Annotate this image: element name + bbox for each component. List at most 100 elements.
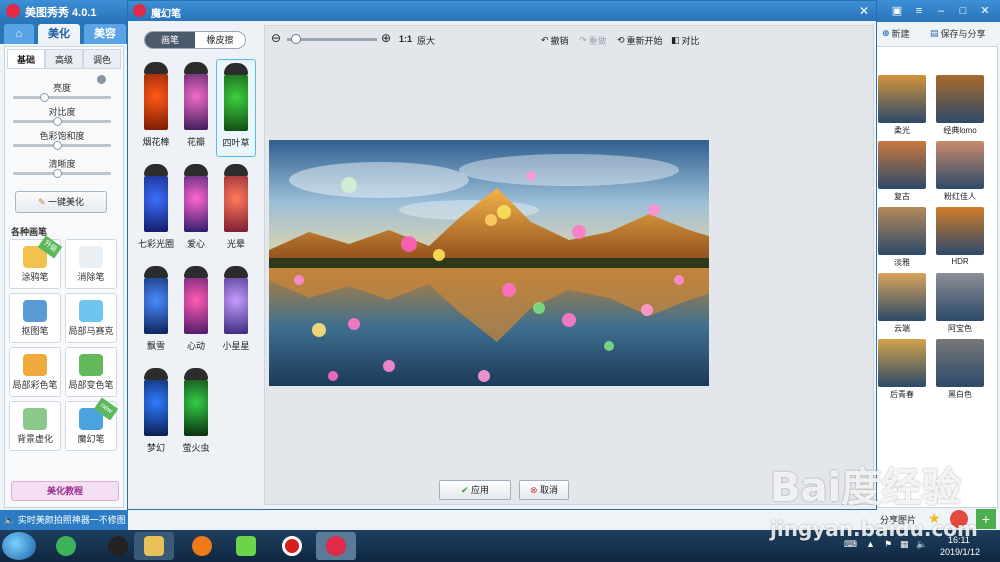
pen-label: 萤火虫 bbox=[182, 443, 210, 453]
tab-basic[interactable]: 基础 bbox=[7, 49, 45, 69]
clock-date[interactable]: 2019/1/12 bbox=[940, 547, 980, 557]
magic-pen-item[interactable]: 四叶草 bbox=[216, 59, 256, 157]
slider-track[interactable] bbox=[13, 93, 111, 102]
slider-knob[interactable] bbox=[53, 141, 63, 150]
effect-item[interactable]: 淡雅 bbox=[875, 207, 929, 273]
magic-pen-item[interactable]: 七彩光圈 bbox=[136, 161, 176, 259]
pen-label: 花瓣 bbox=[186, 137, 205, 147]
dialog-title: 魔幻笔 bbox=[151, 9, 181, 20]
effect-item[interactable]: 阿宝色 bbox=[933, 273, 987, 339]
add-icon[interactable]: + bbox=[976, 509, 996, 529]
taskbar-app-firefox[interactable] bbox=[182, 532, 222, 560]
taskbar-app-360-browser[interactable] bbox=[46, 532, 86, 560]
close-icon[interactable]: ✕ bbox=[856, 3, 872, 19]
effect-item[interactable]: 黑白色 bbox=[933, 339, 987, 405]
new-button[interactable]: ⊕ 新建 bbox=[882, 27, 910, 40]
mode-brush[interactable]: 画笔 bbox=[145, 32, 195, 48]
magic-pen-item[interactable]: 梦幻 bbox=[136, 365, 176, 463]
home-icon[interactable]: ⌂ bbox=[4, 24, 34, 44]
clock-time[interactable]: 16:11 bbox=[948, 535, 970, 545]
effect-item[interactable]: 经典lomo bbox=[933, 75, 987, 141]
save-share-button[interactable]: ▤ 保存与分享 bbox=[930, 27, 986, 40]
network-icon[interactable]: ▦ bbox=[900, 539, 909, 550]
effect-item[interactable]: 后青春 bbox=[875, 339, 929, 405]
brush-item[interactable]: 抠图笔 bbox=[9, 293, 61, 343]
slider-saturation[interactable]: 色彩饱和度 bbox=[13, 129, 111, 150]
zoom-in-icon[interactable]: ⊕ bbox=[381, 31, 391, 45]
tab-advanced[interactable]: 高级 bbox=[45, 49, 83, 69]
save-label: 保存与分享 bbox=[940, 29, 986, 39]
brush-item[interactable]: 局部彩色笔 bbox=[9, 347, 61, 397]
effect-thumbnail bbox=[878, 273, 926, 321]
effect-thumbnail bbox=[936, 207, 984, 255]
zoom-out-icon[interactable]: ⊖ bbox=[271, 31, 281, 45]
brush-item[interactable]: 背景虚化 bbox=[9, 401, 61, 451]
effect-item[interactable]: 云端 bbox=[875, 273, 929, 339]
brush-item[interactable]: 消除笔 bbox=[65, 239, 117, 289]
restart-button[interactable]: ⟲ 重新开始 bbox=[617, 34, 663, 47]
beautify-tutorial-button[interactable]: 美化教程 bbox=[11, 481, 119, 501]
brush-item[interactable]: 涂鸦笔 升级 bbox=[9, 235, 63, 289]
zoom-slider-knob[interactable] bbox=[291, 34, 301, 44]
slider-track[interactable] bbox=[13, 169, 111, 178]
taskbar-app-video[interactable] bbox=[226, 532, 266, 560]
maximize-icon[interactable]: □ bbox=[954, 3, 972, 19]
landscape-photo bbox=[269, 140, 709, 386]
original-size-button[interactable]: 原大 bbox=[417, 34, 435, 47]
ratio-1-1-button[interactable]: 1:1 bbox=[399, 34, 412, 44]
slider-track[interactable] bbox=[13, 117, 111, 126]
volume-icon[interactable]: 🔈 bbox=[916, 539, 927, 550]
brush-item[interactable]: 局部马赛克 bbox=[65, 293, 117, 343]
apply-button[interactable]: ✔ 应用 bbox=[439, 480, 511, 500]
brush-item[interactable]: 魔幻笔 new bbox=[65, 397, 119, 451]
undo-button[interactable]: ↶ 撤销 bbox=[541, 34, 569, 47]
one-key-beautify-button[interactable]: ✎ 一键美化 bbox=[15, 191, 107, 213]
slider-knob[interactable] bbox=[53, 117, 63, 126]
mode-eraser[interactable]: 橡皮擦 bbox=[195, 32, 245, 48]
favorite-star-icon[interactable]: ★ bbox=[928, 510, 944, 526]
magic-pen-item[interactable]: 萤火虫 bbox=[176, 365, 216, 463]
pen-preview bbox=[224, 278, 248, 334]
taskbar-app-qq[interactable] bbox=[98, 532, 138, 560]
effect-item[interactable]: 柔光 bbox=[875, 75, 929, 141]
effect-item[interactable]: 粉红佳人 bbox=[933, 141, 987, 207]
taskbar-app-explorer[interactable] bbox=[134, 532, 174, 560]
slider-sharpness[interactable]: 清晰度 bbox=[13, 157, 111, 178]
weibo-icon[interactable] bbox=[950, 510, 968, 528]
magic-pen-item[interactable]: 心动 bbox=[176, 263, 216, 361]
close-icon[interactable]: ✕ bbox=[976, 3, 994, 19]
magic-pen-item[interactable]: 爱心 bbox=[176, 161, 216, 259]
tab-color[interactable]: 调色 bbox=[83, 49, 121, 69]
effect-item[interactable]: HDR bbox=[933, 207, 987, 273]
slider-brightness[interactable]: 亮度 bbox=[13, 81, 111, 102]
redo-button[interactable]: ↷ 重做 bbox=[579, 34, 607, 47]
redo-label: 重做 bbox=[588, 36, 607, 46]
brush-label: 抠图笔 bbox=[21, 326, 49, 336]
effect-item[interactable]: 复古 bbox=[875, 141, 929, 207]
magic-pen-item[interactable]: 光晕 bbox=[216, 161, 256, 259]
slider-track[interactable] bbox=[13, 141, 111, 150]
tray-expand-icon[interactable]: ▲ bbox=[866, 539, 875, 549]
tab-beautify[interactable]: 美化 bbox=[38, 24, 80, 44]
windows-start-icon[interactable] bbox=[2, 532, 36, 560]
compare-button[interactable]: ◧ 对比 bbox=[671, 34, 700, 47]
magic-pen-item[interactable]: 花瓣 bbox=[176, 59, 216, 157]
taskbar-app-recorder[interactable] bbox=[272, 532, 312, 560]
magic-pen-item[interactable]: 飘雪 bbox=[136, 263, 176, 361]
slider-contrast[interactable]: 对比度 bbox=[13, 105, 111, 126]
magic-pen-item[interactable]: 小星星 bbox=[216, 263, 256, 361]
slider-knob[interactable] bbox=[39, 93, 49, 102]
keyboard-icon[interactable]: ⌨ bbox=[844, 539, 857, 550]
skin-icon[interactable]: ▣ bbox=[888, 3, 906, 19]
taskbar-app-meitu[interactable] bbox=[316, 532, 356, 560]
status-text[interactable]: 实时美颜拍照神器一不修图 bbox=[18, 515, 126, 525]
magic-pen-item[interactable]: 烟花棒 bbox=[136, 59, 176, 157]
edited-photo[interactable] bbox=[269, 140, 709, 386]
cancel-button[interactable]: ⊗ 取消 bbox=[519, 480, 569, 500]
brush-item[interactable]: 局部变色笔 bbox=[65, 347, 117, 397]
tab-beauty[interactable]: 美容 bbox=[84, 24, 126, 44]
minimize-icon[interactable]: – bbox=[932, 3, 950, 19]
action-center-flag-icon[interactable]: ⚑ bbox=[884, 539, 892, 550]
slider-knob[interactable] bbox=[53, 169, 63, 178]
menu-icon[interactable]: ≡ bbox=[910, 3, 928, 19]
